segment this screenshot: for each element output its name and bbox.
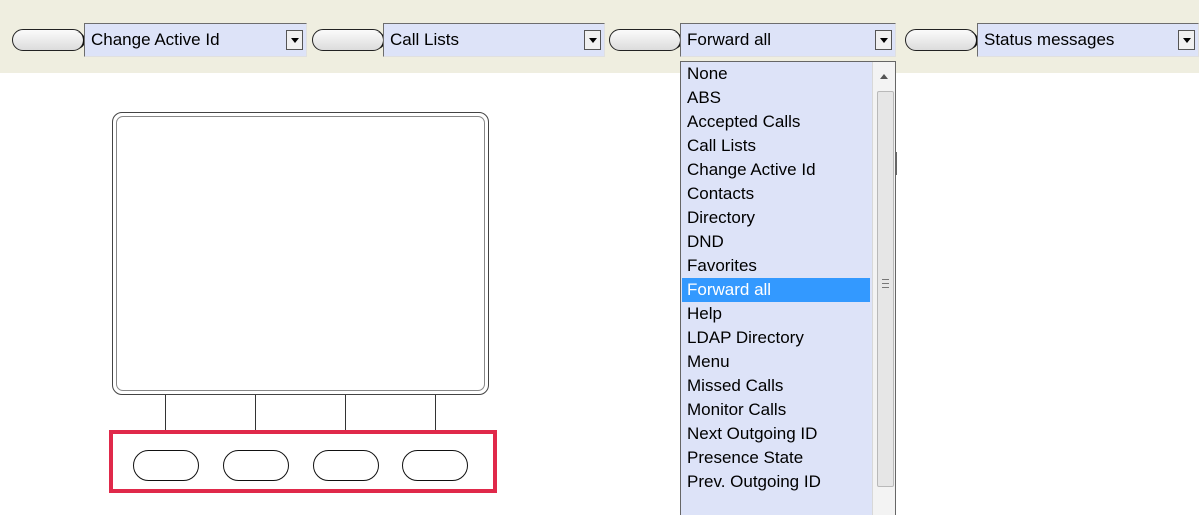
dropdown-option[interactable]: Next Outgoing ID (682, 422, 870, 446)
softkey-4[interactable] (402, 450, 468, 481)
scroll-up-icon[interactable] (880, 74, 888, 79)
chevron-down-icon[interactable] (286, 30, 303, 50)
softkey-connector (435, 395, 436, 434)
softkey-select-2[interactable]: Call Lists (383, 23, 605, 57)
dropdown-option[interactable]: Missed Calls (682, 374, 870, 398)
dropdown-option[interactable]: DND (682, 230, 870, 254)
softkey-2[interactable] (223, 450, 289, 481)
softkey-select-1[interactable]: Change Active Id (84, 23, 307, 57)
chevron-down-icon[interactable] (1178, 30, 1195, 50)
softkey-button-1[interactable] (12, 29, 85, 51)
chevron-down-icon[interactable] (584, 30, 601, 50)
grip-icon (882, 279, 889, 288)
select-value: Forward all (687, 30, 772, 49)
dropdown-option[interactable]: Forward all (682, 278, 870, 302)
softkey-1[interactable] (133, 450, 199, 481)
softkey-button-2[interactable] (312, 29, 385, 51)
dropdown-option[interactable]: None (682, 62, 870, 86)
dropdown-option[interactable]: Presence State (682, 446, 870, 470)
dropdown-option[interactable]: LDAP Directory (682, 326, 870, 350)
dropdown-option[interactable]: Change Active Id (682, 158, 870, 182)
softkey-select-4[interactable]: Status messages (977, 23, 1199, 57)
softkey-connector (165, 395, 166, 434)
dropdown-option[interactable]: Help (682, 302, 870, 326)
dropdown-option[interactable]: Favorites (682, 254, 870, 278)
softkey-connector (255, 395, 256, 434)
softkey-connector (345, 395, 346, 434)
dropdown-option[interactable]: Prev. Outgoing ID (682, 470, 870, 494)
phone-screen-inner (116, 116, 485, 391)
scrollbar-thumb[interactable] (877, 91, 894, 487)
toolbar: Change Active Id Call Lists Forward all … (0, 0, 1199, 73)
softkey-select-3[interactable]: Forward all (680, 23, 896, 57)
select-value: Status messages (984, 30, 1115, 49)
softkey-3[interactable] (313, 450, 379, 481)
softkey-button-3[interactable] (609, 29, 682, 51)
dropdown-option[interactable]: Call Lists (682, 134, 870, 158)
divider (896, 152, 897, 175)
dropdown-option[interactable]: Accepted Calls (682, 110, 870, 134)
dropdown-option[interactable]: Menu (682, 350, 870, 374)
dropdown-option[interactable]: ABS (682, 86, 870, 110)
dropdown-option[interactable]: Monitor Calls (682, 398, 870, 422)
select-value: Call Lists (390, 30, 459, 49)
scrollbar[interactable] (872, 62, 895, 515)
phone-screen (112, 112, 489, 395)
softkey-area-highlight (109, 430, 497, 493)
dropdown-option[interactable]: Contacts (682, 182, 870, 206)
softkey-button-4[interactable] (905, 29, 978, 51)
dropdown-option[interactable]: Directory (682, 206, 870, 230)
select-value: Change Active Id (91, 30, 220, 49)
chevron-down-icon[interactable] (875, 30, 892, 50)
dropdown-list[interactable]: None ABS Accepted Calls Call Lists Change Ac… (680, 61, 896, 515)
